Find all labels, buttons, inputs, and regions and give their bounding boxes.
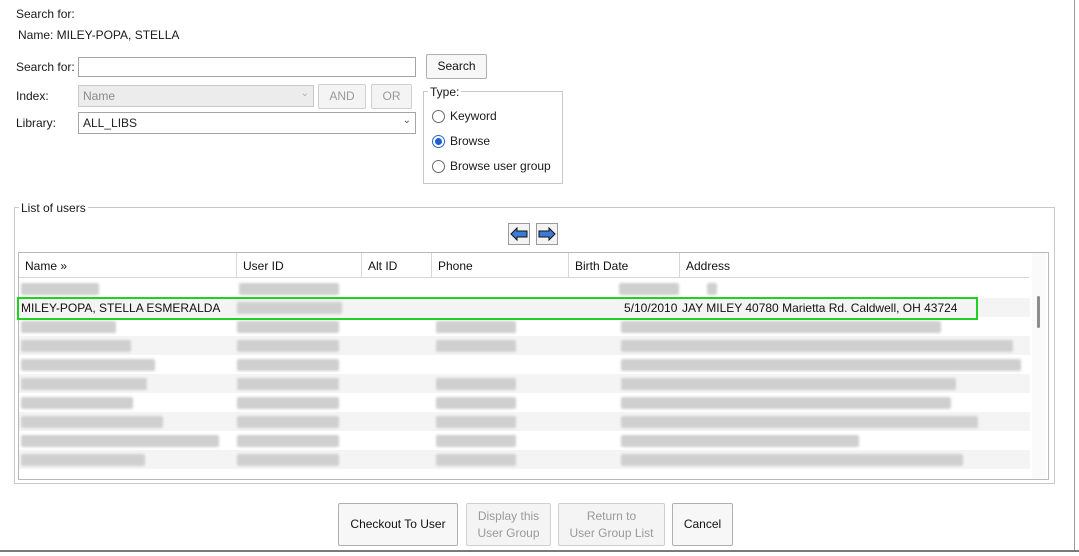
redacted-text	[239, 283, 339, 295]
redacted-text	[436, 397, 516, 409]
redacted-text	[21, 340, 131, 352]
return-line1: Return to	[586, 508, 637, 523]
redacted-text	[621, 454, 963, 466]
arrow-right-icon	[538, 227, 556, 241]
previous-page-button[interactable]	[508, 223, 530, 245]
library-label: Library:	[16, 116, 57, 130]
search-button[interactable]: Search	[426, 54, 487, 79]
chevron-down-icon: ⌄	[300, 88, 309, 99]
redacted-text	[621, 378, 956, 390]
redacted-text	[21, 359, 155, 371]
column-header-phone[interactable]: Phone	[432, 253, 569, 278]
radio-browse-user-group-label: Browse user group	[450, 159, 551, 173]
redacted-text	[436, 435, 516, 447]
display-user-group-button[interactable]: Display this User Group	[466, 503, 551, 546]
redacted-text	[237, 321, 339, 333]
library-select[interactable]: ALL_LIBS ⌄	[78, 112, 416, 134]
users-legend: List of users	[19, 201, 88, 215]
redacted-text	[237, 454, 339, 466]
redacted-text	[237, 340, 339, 352]
redacted-text	[21, 378, 147, 390]
scrollbar-thumb[interactable]	[1037, 296, 1040, 328]
or-button[interactable]: OR	[371, 84, 412, 109]
redacted-text	[237, 435, 339, 447]
arrow-left-icon	[510, 227, 528, 241]
next-page-button[interactable]	[536, 223, 558, 245]
radio-selected-icon[interactable]	[432, 134, 445, 148]
cancel-button[interactable]: Cancel	[672, 503, 733, 546]
redacted-text	[237, 416, 339, 428]
redacted-text	[436, 378, 516, 390]
index-select[interactable]: Name ⌄	[78, 85, 314, 107]
checkout-to-user-button[interactable]: Checkout To User	[338, 503, 458, 546]
return-to-user-group-list-button[interactable]: Return to User Group List	[558, 503, 665, 546]
redacted-text	[21, 397, 133, 409]
vertical-scrollbar[interactable]	[1032, 253, 1046, 479]
redacted-text	[237, 397, 339, 409]
radio-icon[interactable]	[432, 159, 445, 173]
radio-keyword[interactable]: Keyword	[432, 109, 497, 123]
table-row[interactable]	[19, 374, 1030, 393]
redacted-text	[621, 359, 1021, 371]
redacted-text	[21, 454, 145, 466]
redacted-text	[21, 435, 219, 447]
redacted-text	[707, 283, 717, 295]
redacted-text	[237, 359, 339, 371]
redacted-text	[436, 321, 516, 333]
column-header-name[interactable]: Name »	[19, 253, 237, 278]
redacted-text	[436, 340, 516, 352]
chevron-down-icon: ⌄	[402, 115, 411, 126]
redacted-text	[621, 435, 859, 447]
redacted-text	[619, 283, 679, 295]
column-header-address[interactable]: Address	[680, 253, 1030, 278]
column-header-user-id[interactable]: User ID	[237, 253, 362, 278]
column-header-birth-date[interactable]: Birth Date	[569, 253, 680, 278]
redacted-text	[621, 321, 941, 333]
table-row[interactable]	[19, 393, 1030, 412]
search-caption: Search for:	[16, 7, 75, 21]
redacted-text	[21, 321, 116, 333]
radio-browse-label: Browse	[450, 134, 491, 148]
type-legend: Type:	[428, 85, 462, 99]
index-select-value: Name	[83, 89, 116, 103]
search-label: Search for:	[16, 60, 75, 74]
table-row[interactable]	[19, 412, 1030, 431]
index-label: Index:	[16, 89, 49, 103]
table-row[interactable]	[19, 450, 1030, 469]
table-row[interactable]	[19, 355, 1030, 374]
table-header: Name » User ID Alt ID Phone Birth Date A…	[19, 253, 1029, 278]
table-row[interactable]	[19, 279, 1030, 298]
column-header-alt-id[interactable]: Alt ID	[362, 253, 432, 278]
table-row[interactable]	[19, 431, 1030, 450]
display-user-group-line2: User Group	[477, 525, 540, 540]
and-button[interactable]: AND	[318, 84, 366, 109]
library-select-value: ALL_LIBS	[83, 116, 138, 130]
redacted-text	[436, 416, 516, 428]
redacted-text	[621, 340, 1013, 352]
return-line2: User Group List	[569, 525, 654, 540]
redacted-text	[237, 378, 339, 390]
redacted-text	[21, 283, 99, 295]
display-user-group-line1: Display this	[477, 508, 540, 523]
radio-browse-user-group[interactable]: Browse user group	[432, 159, 551, 173]
radio-icon[interactable]	[432, 109, 445, 123]
patron-name-line: Name: MILEY-POPA, STELLA	[18, 28, 180, 42]
search-input[interactable]	[78, 57, 416, 77]
redacted-text	[436, 454, 516, 466]
table-row[interactable]	[19, 336, 1030, 355]
redacted-text	[621, 397, 951, 409]
window-edge	[1074, 0, 1075, 550]
window-bottom-border	[0, 550, 1079, 552]
users-table[interactable]: Name » User ID Alt ID Phone Birth Date A…	[18, 252, 1049, 480]
redacted-text	[21, 416, 163, 428]
redacted-text	[621, 416, 978, 428]
radio-browse[interactable]: Browse	[432, 134, 490, 148]
selected-row-highlight	[17, 297, 978, 320]
radio-keyword-label: Keyword	[450, 109, 497, 123]
